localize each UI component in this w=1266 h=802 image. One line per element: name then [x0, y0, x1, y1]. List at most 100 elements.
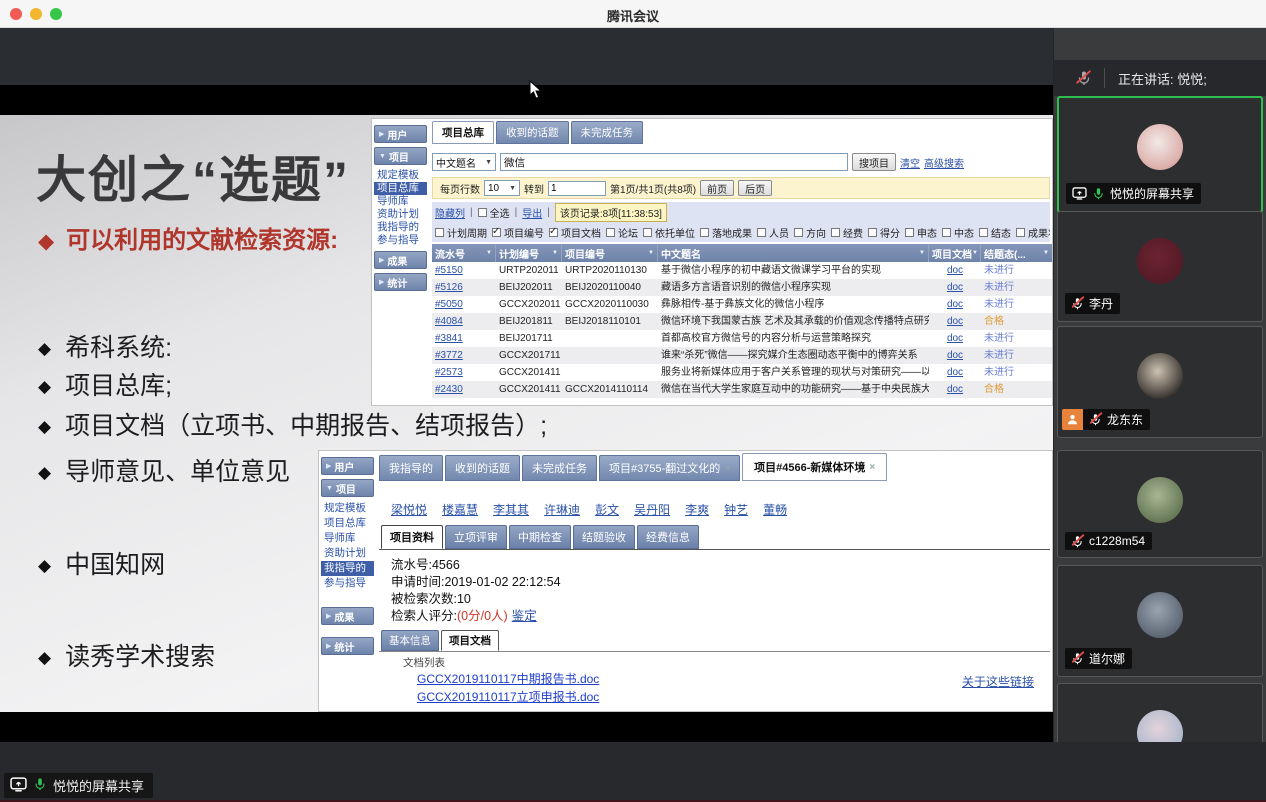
sidebar-section-stats[interactable]: ▶统计	[374, 273, 427, 291]
table-row[interactable]: #3841 BEIJ201711 首都高校官方微信号的内容分析与运营策略探究 d…	[432, 330, 1052, 347]
column-toggle-checkbox[interactable]: 方向	[794, 225, 826, 240]
tab[interactable]: 未完成任务×	[571, 121, 644, 144]
appraise-link[interactable]: 鉴定	[512, 609, 537, 623]
sidebar-section-user[interactable]: ▶用户	[374, 125, 427, 143]
column-toggle-checkbox[interactable]: 论坛	[606, 225, 638, 240]
tab[interactable]: 收到的话题×	[496, 121, 569, 144]
search-project-button[interactable]: 搜项目	[852, 153, 896, 171]
member-link[interactable]: 李爽	[685, 501, 709, 518]
sidebar-link[interactable]: 我指导的	[321, 561, 374, 576]
prev-page-button[interactable]: 前页	[700, 180, 734, 196]
member-link[interactable]: 彭文	[595, 501, 619, 518]
sidebar-section-results[interactable]: ▶成果	[321, 607, 374, 625]
row-doc-link[interactable]: doc	[929, 347, 981, 364]
tab[interactable]: 项目总库×	[432, 121, 494, 144]
detail-tab[interactable]: 项目资料	[381, 525, 443, 549]
sidebar-link[interactable]: 资助计划	[321, 546, 374, 561]
member-link[interactable]: 梁悦悦	[391, 501, 427, 518]
table-row[interactable]: #4084 BEIJ201811 BEIJ2018110101 微信环境下我国蒙…	[432, 313, 1052, 330]
column-toggle-checkbox[interactable]: 得分	[868, 225, 900, 240]
sidebar-link[interactable]: 资助计划	[374, 208, 427, 221]
table-row[interactable]: #2573 GCCX201411 服务业将新媒体应用于客户关系管理的现状与对策研…	[432, 364, 1052, 381]
table-header-cell[interactable]: 流水号▼	[432, 244, 496, 262]
column-toggle-checkbox[interactable]: 申态	[905, 225, 937, 240]
participant-tile[interactable]: 悦悦的屏幕共享	[1057, 96, 1263, 213]
row-doc-link[interactable]: doc	[929, 296, 981, 313]
row-id-link[interactable]: #2573	[432, 364, 496, 381]
hide-columns-link[interactable]: 隐藏列	[435, 205, 465, 220]
search-input[interactable]	[500, 153, 848, 171]
sidebar-section-project[interactable]: ▼项目	[321, 479, 374, 497]
column-toggle-checkbox[interactable]: 经费	[831, 225, 863, 240]
sidebar-link[interactable]: 参与指导	[374, 234, 427, 247]
advanced-search-link[interactable]: 高级搜索	[924, 155, 964, 170]
sort-icon[interactable]: ▼	[972, 250, 978, 256]
table-row[interactable]: #3772 GCCX201711 谁来“杀死”微信——探究媒介生态圈动态平衡中的…	[432, 347, 1052, 364]
table-header-cell[interactable]: 结题态(...▼	[981, 244, 1052, 262]
sidebar-section-results[interactable]: ▶成果	[374, 251, 427, 269]
sidebar-link[interactable]: 项目总库	[321, 516, 374, 531]
row-id-link[interactable]: #5126	[432, 279, 496, 296]
table-row[interactable]: #5150 URTP202011 URTP2020110130 基于微信小程序的…	[432, 262, 1052, 279]
column-toggle-checkbox[interactable]: 成果状态	[1016, 225, 1050, 240]
member-link[interactable]: 许琳迪	[544, 501, 580, 518]
column-toggle-checkbox[interactable]: 结态	[979, 225, 1011, 240]
row-id-link[interactable]: #4084	[432, 313, 496, 330]
row-id-link[interactable]: #5050	[432, 296, 496, 313]
inner-tab[interactable]: 基本信息	[381, 630, 439, 651]
sidebar-section-project[interactable]: ▼项目	[374, 147, 427, 165]
sort-icon[interactable]: ▼	[1043, 250, 1049, 256]
member-link[interactable]: 吴丹阳	[634, 501, 670, 518]
sidebar-link[interactable]: 导师库	[374, 195, 427, 208]
sidebar-link[interactable]: 导师库	[321, 531, 374, 546]
inner-tab[interactable]: 项目文档	[441, 630, 499, 651]
select-all-checkbox[interactable]: 全选	[478, 205, 510, 220]
sort-icon[interactable]: ▼	[552, 250, 558, 256]
next-page-button[interactable]: 后页	[738, 180, 772, 196]
sort-icon[interactable]: ▼	[648, 250, 654, 256]
column-toggle-checkbox[interactable]: 落地成果	[700, 225, 752, 240]
row-doc-link[interactable]: doc	[929, 262, 981, 279]
row-doc-link[interactable]: doc	[929, 313, 981, 330]
row-id-link[interactable]: #3841	[432, 330, 496, 347]
sidebar-link[interactable]: 规定模板	[321, 501, 374, 516]
sort-icon[interactable]: ▼	[919, 250, 925, 256]
column-toggle-checkbox[interactable]: 项目编号	[492, 225, 544, 240]
table-row[interactable]: #5126 BEIJ202011 BEIJ2020110040 藏语多方言语音识…	[432, 279, 1052, 296]
detail-tab[interactable]: 结题验收	[573, 525, 635, 549]
about-links-link[interactable]: 关于这些链接	[962, 673, 1034, 690]
detail-tab[interactable]: 中期检查	[509, 525, 571, 549]
participant-tile[interactable]: 道尔娜	[1057, 565, 1263, 677]
row-doc-link[interactable]: doc	[929, 381, 981, 398]
column-toggle-checkbox[interactable]: 计划周期	[435, 225, 487, 240]
table-header-cell[interactable]: 中文题名▼	[658, 244, 929, 262]
sidebar-link[interactable]: 我指导的	[374, 221, 427, 234]
tab[interactable]: 未完成任务×	[522, 455, 597, 481]
row-id-link[interactable]: #3772	[432, 347, 496, 364]
table-row[interactable]: #5050 GCCX202011 GCCX2020110030 彝脉相传-基于彝…	[432, 296, 1052, 313]
doc-file-link[interactable]: GCCX2019110117立项申报书.doc	[417, 688, 1050, 706]
column-toggle-checkbox[interactable]: 人员	[757, 225, 789, 240]
row-id-link[interactable]: #2430	[432, 381, 496, 398]
table-header-cell[interactable]: 项目文档▼	[929, 244, 981, 262]
participant-tile[interactable]: 龙东东	[1057, 326, 1263, 438]
detail-tab[interactable]: 经费信息	[637, 525, 699, 549]
clear-search-link[interactable]: 清空	[900, 155, 920, 170]
sidebar-link[interactable]: 规定模板	[374, 169, 427, 182]
participant-tile[interactable]	[1057, 683, 1263, 742]
doc-file-link[interactable]: GCCX2019110117中期报告书.doc	[417, 670, 1050, 688]
rows-per-page-select[interactable]: 10▼	[484, 180, 520, 196]
column-toggle-checkbox[interactable]: 项目文档	[549, 225, 601, 240]
member-link[interactable]: 楼嘉慧	[442, 501, 478, 518]
participant-tile[interactable]: 李丹	[1057, 211, 1263, 322]
sidebar-section-stats[interactable]: ▶统计	[321, 637, 374, 655]
tab[interactable]: 我指导的×	[379, 455, 443, 481]
column-toggle-checkbox[interactable]: 依托单位	[643, 225, 695, 240]
tab[interactable]: 项目#4566-新媒体环境×	[742, 453, 887, 481]
sidebar-link[interactable]: 项目总库	[374, 182, 427, 195]
member-link[interactable]: 李其其	[493, 501, 529, 518]
participant-tile[interactable]: c1228m54	[1057, 450, 1263, 558]
goto-page-input[interactable]	[548, 181, 606, 196]
table-row[interactable]: #2430 GCCX201411 GCCX2014110114 微信在当代大学生…	[432, 381, 1052, 398]
column-toggle-checkbox[interactable]: 中态	[942, 225, 974, 240]
